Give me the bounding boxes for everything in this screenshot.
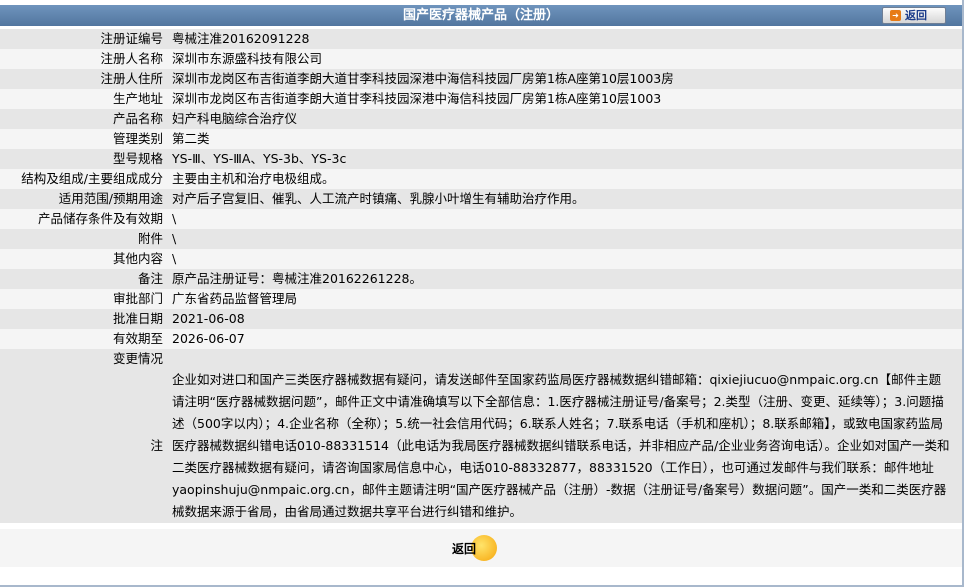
field-label: 附件 <box>0 229 168 249</box>
field-value: 第二类 <box>168 129 962 149</box>
arrow-right-icon: ➜ <box>890 10 901 21</box>
field-value: YS-Ⅲ、YS-ⅢA、YS-3b、YS-3c <box>168 149 962 169</box>
table-row: 有效期至 2026-06-07 <box>0 329 962 349</box>
title-bar: 国产医疗器械产品（注册） ➜ 返回 <box>0 5 962 26</box>
table-row: 型号规格 YS-Ⅲ、YS-ⅢA、YS-3b、YS-3c <box>0 149 962 169</box>
table-row: 注册人住所 深圳市龙岗区布吉街道李朗大道甘李科技园深港中海信科技园厂房第1栋A座第… <box>0 69 962 89</box>
field-label: 备注 <box>0 269 168 289</box>
field-label: 其他内容 <box>0 249 168 269</box>
field-value: 2021-06-08 <box>168 309 962 329</box>
footer-strip <box>0 567 962 585</box>
table-row: 产品储存条件及有效期 \ <box>0 209 962 229</box>
field-label: 管理类别 <box>0 129 168 149</box>
table-row: 适用范围/预期用途 对产后子宫复旧、催乳、人工流产时镇痛、乳腺小叶增生有辅助治疗作… <box>0 189 962 209</box>
table-row: 注册人名称 深圳市东源盛科技有限公司 <box>0 49 962 69</box>
field-value: \ <box>168 209 962 229</box>
field-value: 原产品注册证号：粤械注准20162261228。 <box>168 269 962 289</box>
field-label: 产品名称 <box>0 109 168 129</box>
field-label: 适用范围/预期用途 <box>0 189 168 209</box>
table-row: 结构及组成/主要组成成分 主要由主机和治疗电极组成。 <box>0 169 962 189</box>
table-row: 备注 原产品注册证号：粤械注准20162261228。 <box>0 269 962 289</box>
table-row: 批准日期 2021-06-08 <box>0 309 962 329</box>
field-value <box>168 349 962 369</box>
field-label: 有效期至 <box>0 329 168 349</box>
note-label: 注 <box>0 369 168 523</box>
field-value: 2026-06-07 <box>168 329 962 349</box>
note-text: 企业如对进口和国产三类医疗器械数据有疑问，请发送邮件至国家药监局医疗器械数据纠错… <box>168 369 962 523</box>
field-value: 深圳市龙岗区布吉街道李朗大道甘李科技园深港中海信科技园厂房第1栋A座第10层10… <box>168 89 962 109</box>
back-button-bottom-label: 返回 <box>452 542 477 556</box>
field-label: 审批部门 <box>0 289 168 309</box>
field-value: 对产后子宫复旧、催乳、人工流产时镇痛、乳腺小叶增生有辅助治疗作用。 <box>168 189 962 209</box>
field-value: \ <box>168 249 962 269</box>
detail-page: 国产医疗器械产品（注册） ➜ 返回 注册证编号 粤械注准20162091228 注册… <box>0 0 964 587</box>
table-row: 管理类别 第二类 <box>0 129 962 149</box>
field-value: \ <box>168 229 962 249</box>
table-row: 附件 \ <box>0 229 962 249</box>
field-label: 注册证编号 <box>0 29 168 49</box>
table-row: 其他内容 \ <box>0 249 962 269</box>
detail-table: 注册证编号 粤械注准20162091228 注册人名称 深圳市东源盛科技有限公司 注册人… <box>0 29 962 523</box>
table-row: 生产地址 深圳市龙岗区布吉街道李朗大道甘李科技园深港中海信科技园厂房第1栋A座第1… <box>0 89 962 109</box>
back-button-top-label: 返回 <box>905 9 927 22</box>
page-title: 国产医疗器械产品（注册） <box>402 8 559 23</box>
table-row: 变更情况 <box>0 349 962 369</box>
field-label: 产品储存条件及有效期 <box>0 209 168 229</box>
field-value: 妇产科电脑综合治疗仪 <box>168 109 962 129</box>
back-button-top[interactable]: ➜ 返回 <box>882 7 946 24</box>
table-row: 产品名称 妇产科电脑综合治疗仪 <box>0 109 962 129</box>
bottom-bar: 返回 <box>0 529 962 567</box>
back-button-bottom[interactable]: 返回 <box>449 535 497 561</box>
field-label: 注册人名称 <box>0 49 168 69</box>
field-value: 深圳市东源盛科技有限公司 <box>168 49 962 69</box>
field-value: 广东省药品监督管理局 <box>168 289 962 309</box>
field-label: 结构及组成/主要组成成分 <box>0 169 168 189</box>
field-label: 批准日期 <box>0 309 168 329</box>
note-row: 注 企业如对进口和国产三类医疗器械数据有疑问，请发送邮件至国家药监局医疗器械数据… <box>0 369 962 523</box>
field-label: 型号规格 <box>0 149 168 169</box>
field-label: 注册人住所 <box>0 69 168 89</box>
table-row: 审批部门 广东省药品监督管理局 <box>0 289 962 309</box>
field-value: 深圳市龙岗区布吉街道李朗大道甘李科技园深港中海信科技园厂房第1栋A座第10层10… <box>168 69 962 89</box>
field-value: 粤械注准20162091228 <box>168 29 962 49</box>
table-row: 注册证编号 粤械注准20162091228 <box>0 29 962 49</box>
field-label: 变更情况 <box>0 349 168 369</box>
field-label: 生产地址 <box>0 89 168 109</box>
field-value: 主要由主机和治疗电极组成。 <box>168 169 962 189</box>
